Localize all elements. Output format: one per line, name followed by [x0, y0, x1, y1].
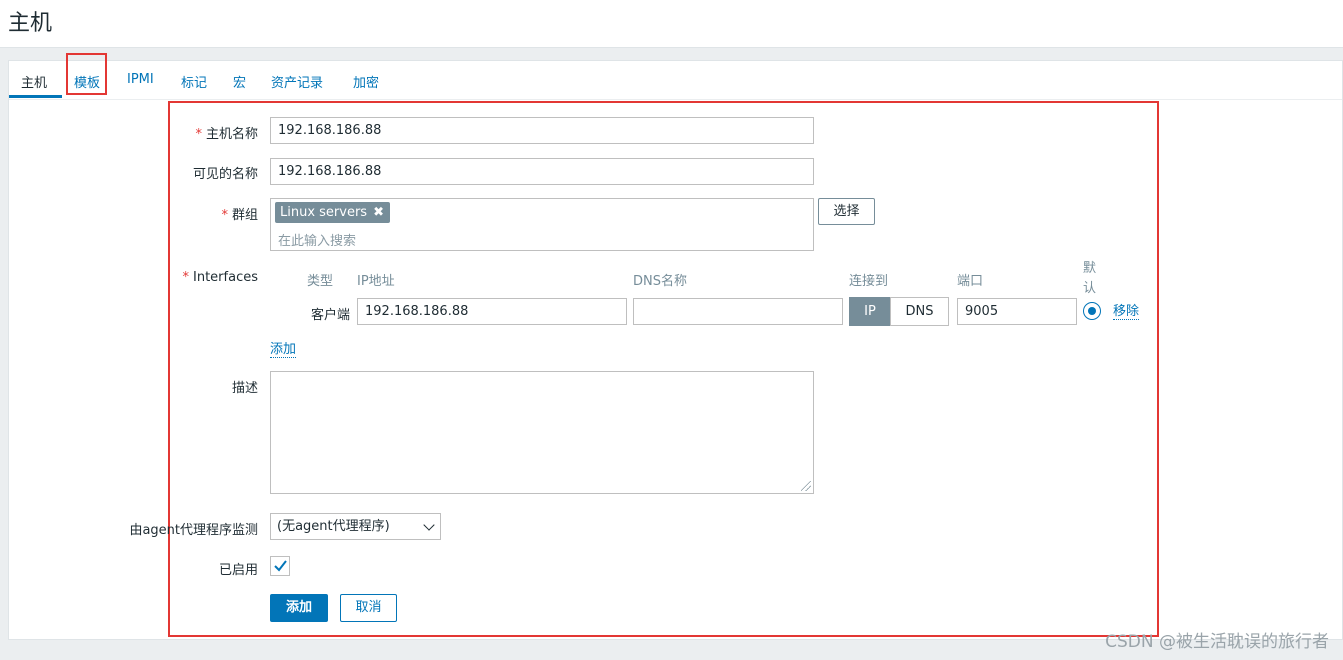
tab-inventory[interactable]: 资产记录	[271, 72, 323, 91]
interfaces-header-default: 默认	[1083, 261, 1097, 296]
add-button[interactable]: 添加	[270, 594, 328, 622]
host-name-input[interactable]: 192.168.186.88	[270, 117, 814, 144]
checkmark-icon	[274, 560, 287, 572]
required-marker: *	[195, 127, 202, 142]
chevron-down-icon	[423, 519, 435, 531]
description-textarea[interactable]	[270, 371, 814, 494]
enabled-label: 已启用	[218, 563, 258, 578]
interfaces-header-dns: DNS名称	[633, 274, 687, 289]
description-value	[271, 372, 813, 380]
group-chip: Linux servers ✖	[275, 202, 390, 223]
default-interface-radio[interactable]	[1083, 302, 1101, 320]
tab-host[interactable]: 主机	[21, 72, 47, 91]
groups-search-placeholder[interactable]: 在此输入搜索	[278, 230, 356, 249]
select-groups-button[interactable]: 选择	[818, 198, 875, 225]
description-label: 描述	[231, 381, 258, 396]
monitored-by-select[interactable]: (无agent代理程序)	[270, 513, 441, 540]
interfaces-header-type: 类型	[307, 274, 334, 289]
required-marker: *	[182, 270, 190, 285]
interfaces-header-ip: IP地址	[357, 274, 395, 289]
visible-name-input[interactable]: 192.168.186.88	[270, 158, 814, 185]
interfaces-label: * Interfaces	[182, 270, 258, 285]
connect-to-dns-button[interactable]: DNS	[890, 297, 949, 326]
interface-type: 客户端	[310, 308, 350, 323]
resize-grip-icon[interactable]	[801, 481, 811, 491]
page-header: 主机	[0, 0, 1343, 48]
cancel-button[interactable]: 取消	[340, 594, 397, 622]
page-title: 主机	[8, 11, 53, 36]
connect-to-ip-button[interactable]: IP	[849, 297, 891, 326]
tab-ipmi[interactable]: IPMI	[127, 72, 154, 87]
active-tab-indicator	[9, 95, 62, 98]
enabled-checkbox[interactable]	[270, 556, 290, 576]
monitored-by-label: 由agent代理程序监测	[129, 523, 258, 538]
tab-encryption[interactable]: 加密	[353, 72, 379, 91]
groups-label: * 群组	[221, 208, 258, 223]
interfaces-header-connect: 连接到	[849, 274, 889, 289]
groups-multiselect[interactable]: Linux servers ✖ 在此输入搜索	[270, 198, 814, 251]
interface-port-input[interactable]: 9005	[957, 298, 1077, 325]
tab-macros[interactable]: 宏	[233, 72, 246, 91]
watermark: CSDN @被生活耽误的旅行者	[1105, 632, 1329, 652]
host-form-panel: 主机 模板 IPMI 标记 宏 资产记录 加密	[8, 60, 1343, 640]
host-name-label: * 主机名称	[195, 127, 258, 142]
remove-chip-icon[interactable]: ✖	[373, 205, 384, 220]
interface-ip-input[interactable]: 192.168.186.88	[357, 298, 627, 325]
tab-tags[interactable]: 标记	[181, 72, 207, 91]
required-marker: *	[221, 208, 228, 223]
interface-dns-input[interactable]	[633, 298, 843, 325]
tab-bar: 主机 模板 IPMI 标记 宏 资产记录 加密	[9, 61, 1342, 100]
interfaces-header-port: 端口	[957, 274, 984, 289]
monitored-by-value: (无agent代理程序)	[277, 519, 390, 534]
tab-templates[interactable]: 模板	[74, 72, 100, 91]
remove-interface-link[interactable]: 移除	[1113, 304, 1140, 320]
add-interface-link[interactable]: 添加	[270, 342, 297, 358]
visible-name-label: 可见的名称	[192, 167, 258, 182]
